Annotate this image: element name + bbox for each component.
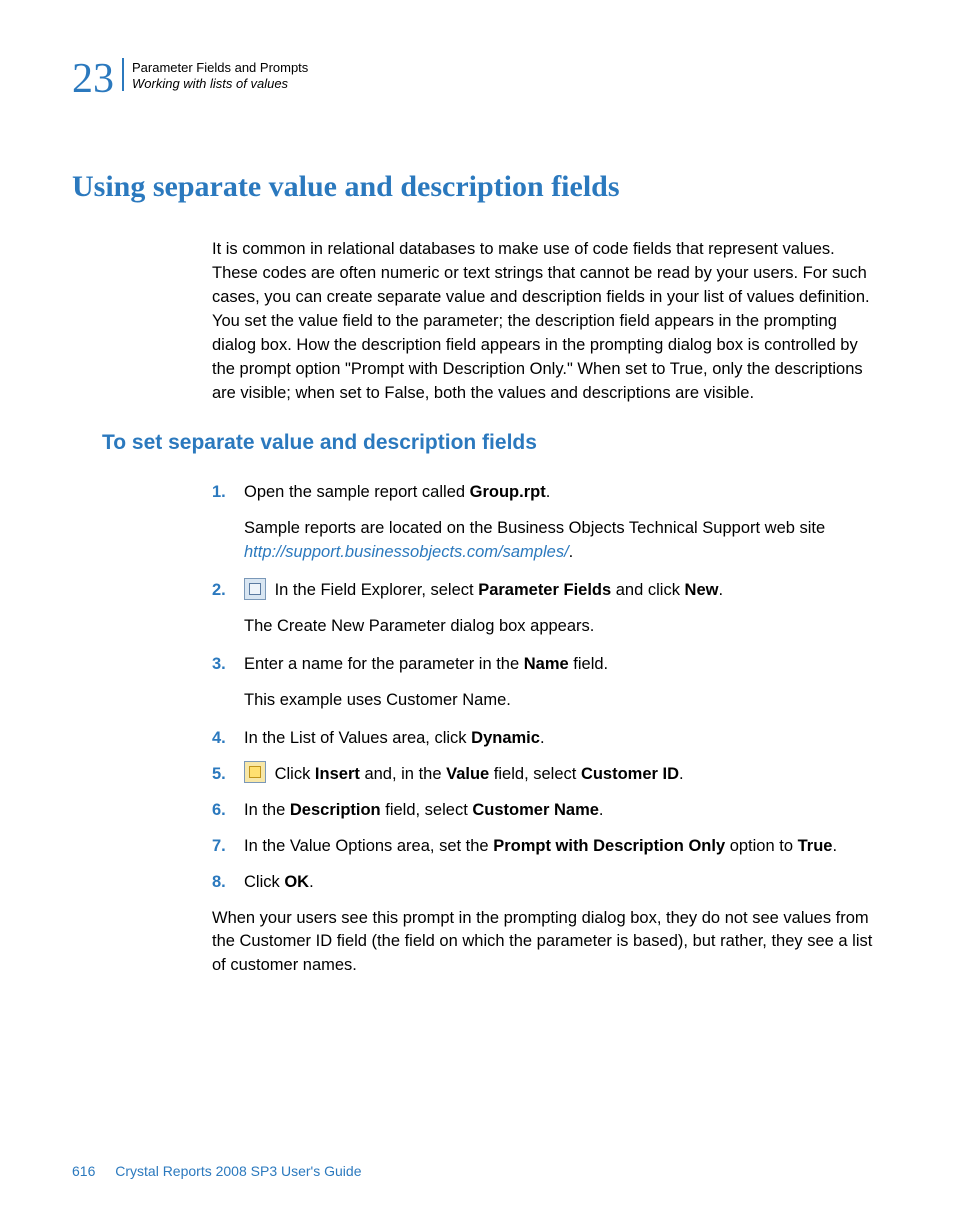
bold-term: New — [685, 581, 719, 599]
step-text: In the List of Values area, click Dynami… — [244, 727, 882, 751]
footer-title: Crystal Reports 2008 SP3 User's Guide — [115, 1163, 361, 1179]
text-run: Click — [270, 765, 315, 783]
closing-paragraph: When your users see this prompt in the p… — [212, 907, 882, 979]
text-run: option to — [725, 837, 797, 855]
text-run: and, in the — [360, 765, 446, 783]
bold-term: Customer ID — [581, 765, 679, 783]
step-7: 7. In the Value Options area, set the Pr… — [212, 835, 882, 859]
step-number: 1. — [212, 481, 234, 505]
bold-term: Prompt with Description Only — [493, 837, 725, 855]
step-number: 8. — [212, 871, 234, 895]
step-3-note: This example uses Customer Name. — [244, 689, 882, 713]
step-2-note: The Create New Parameter dialog box appe… — [244, 615, 882, 639]
heading-1: Using separate value and description fie… — [72, 170, 882, 204]
text-run: Sample reports are located on the Busine… — [244, 519, 825, 537]
step-number: 5. — [212, 763, 234, 787]
chapter-number: 23 — [72, 58, 114, 100]
sample-link[interactable]: http://support.businessobjects.com/sampl… — [244, 543, 569, 561]
text-run: field, select — [381, 801, 473, 819]
header-section-title: Working with lists of values — [132, 76, 308, 92]
bold-term: True — [798, 837, 833, 855]
step-8: 8. Click OK. — [212, 871, 882, 895]
page-number: 616 — [72, 1163, 95, 1179]
step-3: 3. Enter a name for the parameter in the… — [212, 653, 882, 677]
text-run: and click — [611, 581, 684, 599]
text-run: Open the sample report called — [244, 483, 470, 501]
step-4: 4. In the List of Values area, click Dyn… — [212, 727, 882, 751]
text-run: field. — [569, 655, 608, 673]
intro-paragraph: It is common in relational databases to … — [212, 238, 882, 405]
step-1-note: Sample reports are located on the Busine… — [244, 517, 882, 565]
page-footer: 616 Crystal Reports 2008 SP3 User's Guid… — [72, 1163, 361, 1179]
step-1: 1. Open the sample report called Group.r… — [212, 481, 882, 505]
step-number: 4. — [212, 727, 234, 751]
text-run: In the List of Values area, click — [244, 729, 471, 747]
text-run: In the Value Options area, set the — [244, 837, 493, 855]
step-number: 2. — [212, 579, 234, 603]
header-chapter-title: Parameter Fields and Prompts — [132, 60, 308, 76]
step-6: 6. In the Description field, select Cust… — [212, 799, 882, 823]
heading-2: To set separate value and description fi… — [102, 431, 882, 455]
text-run: . — [599, 801, 604, 819]
text-run: In the — [244, 801, 290, 819]
step-text: Open the sample report called Group.rpt. — [244, 481, 882, 505]
step-2: 2. In the Field Explorer, select Paramet… — [212, 579, 882, 603]
bold-term: Insert — [315, 765, 360, 783]
text-run: . — [546, 483, 551, 501]
step-text: Click Insert and, in the Value field, se… — [244, 763, 882, 787]
step-text: Enter a name for the parameter in the Na… — [244, 653, 882, 677]
step-text: In the Value Options area, set the Promp… — [244, 835, 882, 859]
bold-term: Dynamic — [471, 729, 540, 747]
text-run: . — [540, 729, 545, 747]
text-run: . — [679, 765, 684, 783]
step-5: 5. Click Insert and, in the Value field,… — [212, 763, 882, 787]
bold-term: Group.rpt — [470, 483, 546, 501]
bold-term: Customer Name — [472, 801, 599, 819]
step-text: Click OK. — [244, 871, 882, 895]
bold-term: Value — [446, 765, 489, 783]
field-explorer-icon — [244, 578, 266, 600]
bold-term: OK — [284, 873, 309, 891]
header-text-block: Parameter Fields and Prompts Working wit… — [122, 58, 308, 91]
text-run: Click — [244, 873, 284, 891]
step-number: 6. — [212, 799, 234, 823]
text-run: . — [718, 581, 723, 599]
insert-icon — [244, 761, 266, 783]
step-text: In the Description field, select Custome… — [244, 799, 882, 823]
bold-term: Description — [290, 801, 381, 819]
text-run: . — [309, 873, 314, 891]
ordered-steps: 1. Open the sample report called Group.r… — [212, 481, 882, 894]
page-header: 23 Parameter Fields and Prompts Working … — [72, 58, 882, 100]
text-run: . — [832, 837, 837, 855]
step-number: 7. — [212, 835, 234, 859]
bold-term: Name — [524, 655, 569, 673]
text-run: Enter a name for the parameter in the — [244, 655, 524, 673]
step-text: In the Field Explorer, select Parameter … — [244, 579, 882, 603]
step-number: 3. — [212, 653, 234, 677]
text-run: . — [569, 543, 574, 561]
text-run: field, select — [489, 765, 581, 783]
text-run: In the Field Explorer, select — [270, 581, 478, 599]
bold-term: Parameter Fields — [478, 581, 611, 599]
